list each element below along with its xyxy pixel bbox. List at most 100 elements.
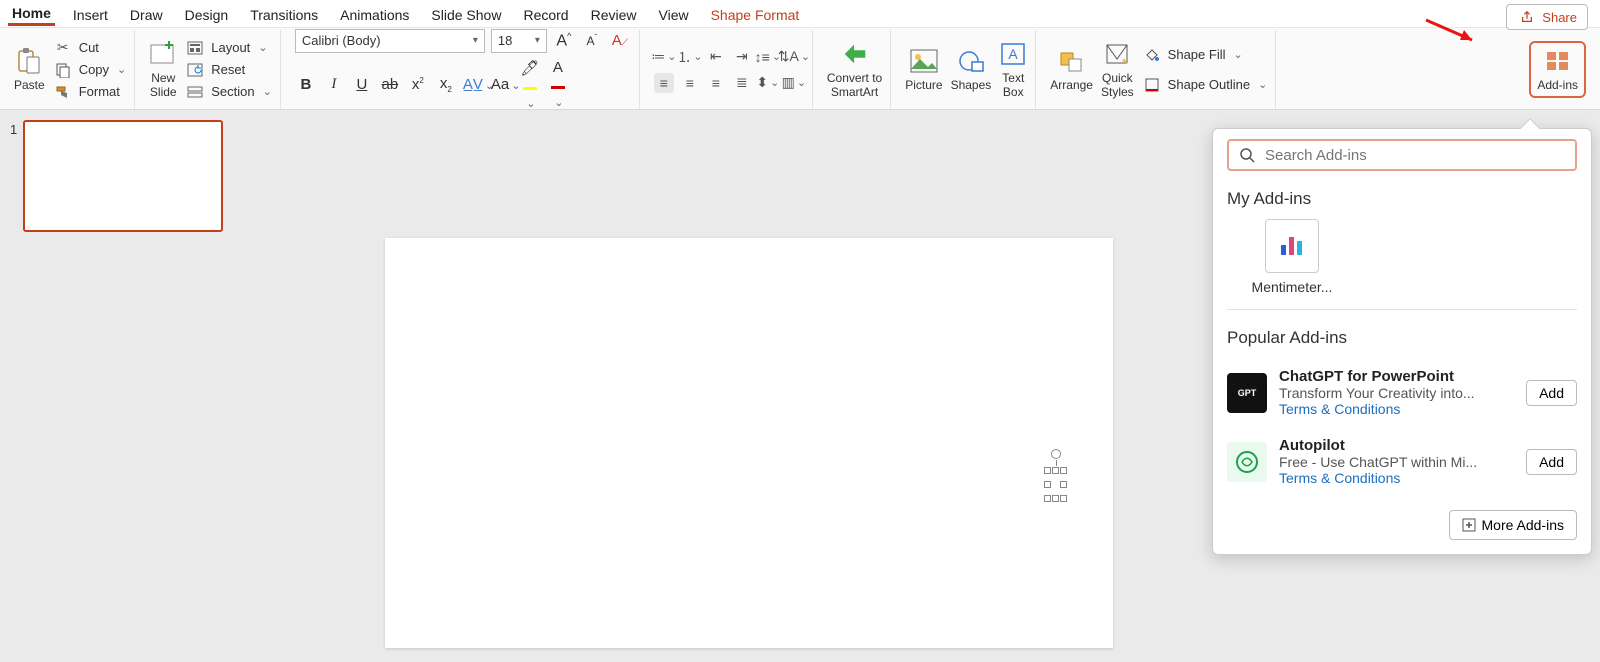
more-addins-label: More Add-ins [1482,517,1564,533]
group-insert: Picture Shapes A Text Box [897,30,1036,109]
tab-insert[interactable]: Insert [69,3,112,25]
tab-draw[interactable]: Draw [126,3,167,25]
my-addin-mentimeter[interactable]: Mentimeter... [1247,219,1337,295]
align-text-button[interactable]: ⬍ [758,73,778,93]
shapes-button[interactable]: Shapes [951,47,992,92]
font-size-select[interactable]: 18▾ [491,29,547,53]
cut-button[interactable]: ✂ Cut [53,38,127,58]
reset-icon [185,60,205,80]
change-case-button[interactable]: Aa [491,76,513,93]
section-button[interactable]: Section [185,82,272,102]
convert-smartart-button[interactable]: Convert to SmartArt [827,40,882,99]
picture-label: Picture [905,78,942,92]
slide-thumbnail-1[interactable] [23,120,223,232]
underline-button[interactable]: U [351,76,373,93]
tab-home[interactable]: Home [8,1,55,26]
indent-button[interactable]: ⇥ [732,47,752,67]
line-spacing-button[interactable]: ↕≡ [758,47,778,67]
align-right-button[interactable]: ≡ [706,73,726,93]
copy-button[interactable]: Copy [53,60,127,80]
chatgpt-addin-title: ChatGPT for PowerPoint [1279,368,1514,385]
tab-record[interactable]: Record [519,3,572,25]
group-paragraph: ≔ ⒈ ⇤ ⇥ ↕≡ ⇅A ≡ ≡ ≡ ≣ ⬍ ▥ [646,30,813,109]
shape-fill-button[interactable]: Shape Fill [1142,45,1268,65]
tab-slideshow[interactable]: Slide Show [427,3,505,25]
popular-addin-chatgpt: GPT ChatGPT for PowerPoint Transform You… [1227,358,1577,427]
layout-label: Layout [211,40,250,55]
superscript-button[interactable]: x2 [407,76,429,93]
autopilot-add-button[interactable]: Add [1526,449,1577,475]
highlight-button[interactable]: 🖊 [519,59,541,111]
slide[interactable] [385,238,1113,648]
layout-button[interactable]: Layout [185,38,272,58]
numbering-button[interactable]: ⒈ [680,47,700,67]
grow-font-button[interactable]: A^ [553,31,575,50]
resize-handle[interactable] [1044,495,1051,502]
resize-handle[interactable] [1060,495,1067,502]
font-color-button[interactable]: A [547,59,569,110]
resize-handle[interactable] [1060,467,1067,474]
group-slides: New Slide Layout Reset Section [141,30,281,109]
font-name-select[interactable]: Calibri (Body)▾ [295,29,485,53]
format-painter-icon [53,82,73,102]
shapes-label: Shapes [951,78,992,92]
search-icon [1237,145,1257,165]
popular-addin-autopilot: Autopilot Free - Use ChatGPT within Mi..… [1227,427,1577,496]
autopilot-addin-terms-link[interactable]: Terms & Conditions [1279,470,1514,486]
align-left-button[interactable]: ≡ [654,73,674,93]
tab-review[interactable]: Review [587,3,641,25]
plus-icon [1462,518,1476,532]
char-spacing-button[interactable]: A̲V̲ [463,76,485,93]
textbox-button[interactable]: A Text Box [999,40,1027,99]
resize-handle[interactable] [1052,495,1059,502]
chatgpt-addin-terms-link[interactable]: Terms & Conditions [1279,401,1514,417]
addins-search-input[interactable] [1265,147,1567,164]
arrange-button[interactable]: Arrange [1050,47,1093,92]
resize-handle[interactable] [1060,481,1067,488]
resize-handle[interactable] [1052,467,1059,474]
cut-label: Cut [79,40,99,55]
chatgpt-add-button[interactable]: Add [1526,380,1577,406]
new-slide-button[interactable]: New Slide [149,40,177,99]
picture-button[interactable]: Picture [905,47,942,92]
shape-outline-button[interactable]: Shape Outline [1142,75,1268,95]
rotate-handle[interactable] [1051,449,1061,459]
group-font: Calibri (Body)▾ 18▾ A^ Aˇ A⟋ B I U ab x2… [287,30,640,109]
font-size-value: 18 [498,33,512,48]
mentimeter-icon [1265,219,1319,273]
highlight-icon: 🖊 [520,60,539,77]
subscript-button[interactable]: x2 [435,75,457,94]
share-button[interactable]: Share [1506,4,1588,30]
share-label: Share [1542,10,1577,25]
copy-icon [53,60,73,80]
justify-button[interactable]: ≣ [732,73,752,93]
paste-button[interactable]: Paste [14,47,45,92]
format-painter-button[interactable]: Format [53,82,127,102]
tab-view[interactable]: View [655,3,693,25]
outdent-button[interactable]: ⇤ [706,47,726,67]
clear-format-button[interactable]: A⟋ [609,32,631,49]
tab-shape-format[interactable]: Shape Format [707,3,804,25]
reset-button[interactable]: Reset [185,60,272,80]
bold-button[interactable]: B [295,76,317,93]
tab-design[interactable]: Design [181,3,233,25]
align-center-button[interactable]: ≡ [680,73,700,93]
addins-button[interactable]: Add-ins [1529,41,1586,98]
strike-button[interactable]: ab [379,76,401,93]
addins-search[interactable] [1227,139,1577,171]
group-clipboard: Paste ✂ Cut Copy Format [6,30,135,109]
shrink-font-button[interactable]: Aˇ [581,33,603,48]
more-addins-button[interactable]: More Add-ins [1449,510,1577,540]
columns-button[interactable]: ▥ [784,73,804,93]
selected-shape[interactable] [1044,449,1068,509]
quick-styles-label: Quick Styles [1101,71,1134,99]
tab-transitions[interactable]: Transitions [246,3,322,25]
text-direction-button[interactable]: ⇅A [784,47,804,67]
tab-animations[interactable]: Animations [336,3,413,25]
italic-button[interactable]: I [323,76,345,93]
resize-handle[interactable] [1044,481,1051,488]
bullets-button[interactable]: ≔ [654,47,674,67]
quick-styles-button[interactable]: Quick Styles [1101,40,1134,99]
group-arrange: Arrange Quick Styles Shape Fill Shape Ou… [1042,30,1276,109]
resize-handle[interactable] [1044,467,1051,474]
